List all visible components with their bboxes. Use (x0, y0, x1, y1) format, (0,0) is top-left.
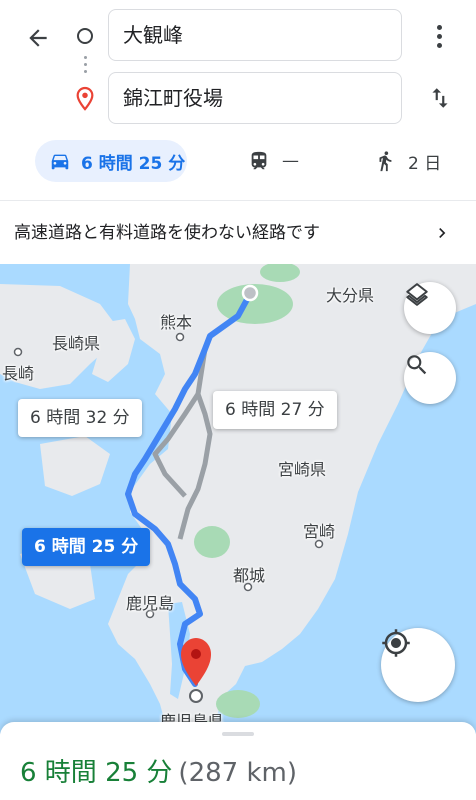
map-view[interactable]: 大分県 熊本 長崎県 長崎 宮崎県 宮崎 都城 鹿児島 鹿児島県 6 時間 32… (0, 264, 476, 734)
route-bubble-alt-2[interactable]: 6 時間 27 分 (213, 391, 337, 429)
arrow-back-icon (29, 29, 47, 47)
park-kirishima (194, 526, 230, 558)
route-bubble-main[interactable]: 6 時間 25 分 (22, 528, 151, 566)
my-location-icon (382, 629, 410, 657)
map-label-miyazaki: 宮崎 (303, 522, 336, 541)
search-icon (407, 355, 427, 375)
drag-handle[interactable] (222, 732, 254, 736)
route-notice-text: 高速道路と有料道路を使わない経路です (14, 223, 320, 243)
route-summary: 6 時間 25 分 (287 km) (20, 752, 297, 789)
driving-time: 6 時間 25 分 (81, 153, 186, 174)
map-label-kagoshima: 鹿児島 (126, 594, 175, 613)
land-amakusa (40, 436, 110, 496)
origin-circle-icon (77, 28, 93, 44)
route-notice[interactable]: 高速道路と有料道路を使わない経路です (0, 200, 476, 264)
map-label-kumamoto: 熊本 (160, 313, 193, 332)
map-label-nagasaki: 長崎 (2, 364, 35, 383)
city-dot-kumamoto (175, 332, 185, 342)
car-icon (51, 154, 69, 170)
my-location-button[interactable] (381, 628, 455, 702)
tab-transit[interactable]: — (248, 140, 299, 182)
map-label-nagasaki-pref: 長崎県 (52, 334, 101, 353)
origin-marker (241, 284, 259, 302)
city-dot-nagasaki (13, 347, 23, 357)
map-label-miyazaki-pref: 宮崎県 (278, 460, 327, 479)
origin-input[interactable]: 大観峰 (108, 9, 402, 61)
swap-icon (432, 88, 448, 108)
directions-panel: 大観峰 錦江町役場 6 時間 25 分 — 2 日 (0, 0, 476, 200)
train-icon (251, 151, 267, 170)
route-dots-icon (84, 56, 87, 77)
route-distance: (287 km) (178, 758, 297, 788)
layers-button[interactable] (404, 282, 456, 334)
walking-time: 2 日 (408, 153, 442, 174)
swap-button[interactable] (420, 78, 460, 118)
map-label-oita: 大分県 (326, 286, 375, 305)
transit-time: — (282, 151, 299, 171)
tab-walking[interactable]: 2 日 (374, 140, 441, 182)
chevron-right-icon (439, 228, 446, 238)
destination-input[interactable]: 錦江町役場 (108, 72, 402, 124)
route-bubble-alt-1[interactable]: 6 時間 32 分 (18, 399, 142, 437)
tab-driving[interactable]: 6 時間 25 分 (35, 140, 187, 182)
map-label-miyakonojo: 都城 (233, 566, 266, 585)
destination-pin-icon (74, 86, 96, 116)
layers-icon (406, 283, 428, 306)
walk-icon (379, 151, 392, 172)
back-button[interactable] (18, 18, 58, 58)
destination-marker (189, 689, 203, 703)
route-duration: 6 時間 25 分 (20, 758, 173, 788)
search-button[interactable] (404, 352, 456, 404)
route-summary-sheet[interactable]: 6 時間 25 分 (287 km) (0, 722, 476, 800)
more-options-button[interactable] (424, 16, 454, 56)
